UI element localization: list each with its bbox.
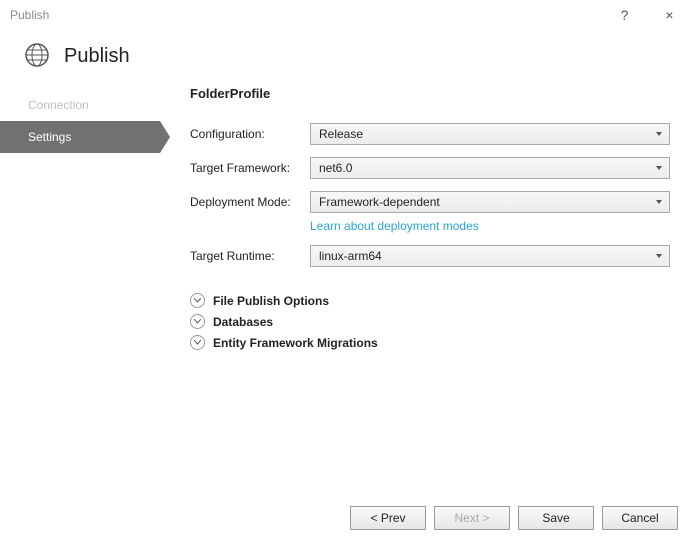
sidebar-item-label: Settings [28, 130, 71, 144]
select-deployment-mode[interactable]: Framework-dependent [310, 191, 670, 213]
close-button[interactable]: × [647, 0, 692, 30]
link-learn-deployment-modes[interactable]: Learn about deployment modes [310, 219, 670, 233]
next-button[interactable]: Next > [434, 506, 510, 530]
expander-file-publish-options[interactable]: File Publish Options [190, 293, 670, 308]
select-configuration[interactable]: Release [310, 123, 670, 145]
header: Publish [0, 30, 692, 89]
profile-title: FolderProfile [190, 86, 670, 101]
sidebar-item-settings[interactable]: Settings [0, 121, 160, 153]
expander-label: Databases [213, 315, 273, 329]
globe-icon [24, 42, 50, 71]
save-button[interactable]: Save [518, 506, 594, 530]
footer: < Prev Next > Save Cancel [350, 506, 678, 530]
main-panel: FolderProfile Configuration: Release Tar… [160, 89, 692, 356]
chevron-down-icon [190, 335, 205, 350]
label-deployment-mode: Deployment Mode: [190, 195, 310, 209]
expander-label: File Publish Options [213, 294, 329, 308]
select-target-framework[interactable]: net6.0 [310, 157, 670, 179]
select-target-runtime[interactable]: linux-arm64 [310, 245, 670, 267]
cancel-button[interactable]: Cancel [602, 506, 678, 530]
chevron-down-icon [190, 293, 205, 308]
label-configuration: Configuration: [190, 127, 310, 141]
prev-button[interactable]: < Prev [350, 506, 426, 530]
label-target-runtime: Target Runtime: [190, 249, 310, 263]
page-title: Publish [64, 45, 130, 68]
expander-label: Entity Framework Migrations [213, 336, 378, 350]
titlebar: Publish ? × [0, 0, 692, 30]
expander-ef-migrations[interactable]: Entity Framework Migrations [190, 335, 670, 350]
sidebar: Connection Settings [0, 89, 160, 356]
chevron-down-icon [190, 314, 205, 329]
help-button[interactable]: ? [602, 0, 647, 30]
expander-databases[interactable]: Databases [190, 314, 670, 329]
sidebar-item-label: Connection [28, 98, 89, 112]
label-target-framework: Target Framework: [190, 161, 310, 175]
sidebar-item-connection[interactable]: Connection [0, 89, 160, 121]
window-title: Publish [10, 8, 49, 22]
